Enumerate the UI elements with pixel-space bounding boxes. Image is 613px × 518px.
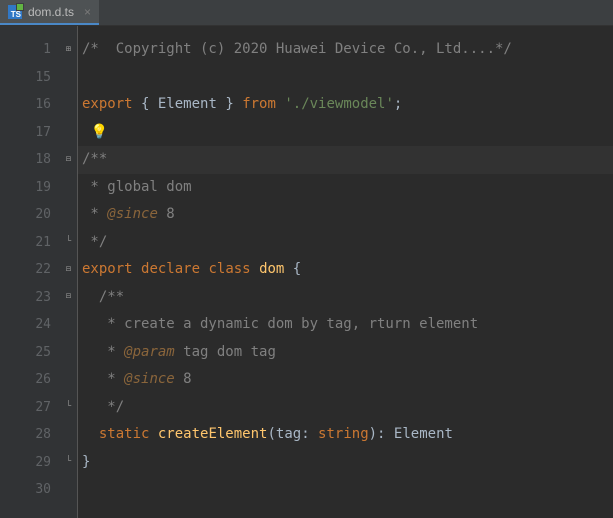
line-number[interactable]: 21└ <box>0 229 77 257</box>
line-number[interactable]: 17 <box>0 119 77 147</box>
code-line[interactable] <box>78 64 613 92</box>
line-number[interactable]: 26 <box>0 366 77 394</box>
line-number[interactable]: 23⊟ <box>0 284 77 312</box>
line-number[interactable]: 29└ <box>0 449 77 477</box>
code-line[interactable]: */ <box>78 229 613 257</box>
fold-toggle-icon[interactable]: └ <box>64 458 73 467</box>
line-number-gutter: 1⊞15161718⊟192021└22⊟23⊟24252627└2829└30 <box>0 26 78 518</box>
line-number[interactable]: 30 <box>0 476 77 504</box>
code-line[interactable]: /** <box>78 284 613 312</box>
line-number[interactable]: 18⊟ <box>0 146 77 174</box>
lightbulb-icon[interactable]: 💡 <box>90 119 107 147</box>
code-line[interactable]: * @since 8 <box>78 201 613 229</box>
current-line-highlight <box>78 146 613 174</box>
line-number[interactable]: 20 <box>0 201 77 229</box>
fold-toggle-icon[interactable]: ⊞ <box>64 45 73 54</box>
line-number[interactable]: 24 <box>0 311 77 339</box>
code-line[interactable]: * global dom <box>78 174 613 202</box>
code-line[interactable]: * create a dynamic dom by tag, rturn ele… <box>78 311 613 339</box>
fold-toggle-icon[interactable]: ⊟ <box>64 265 73 274</box>
code-line[interactable]: * @since 8 <box>78 366 613 394</box>
fold-toggle-icon[interactable]: ⊟ <box>64 155 73 164</box>
code-line[interactable]: */ <box>78 394 613 422</box>
close-icon[interactable]: × <box>84 5 91 19</box>
code-line[interactable]: } <box>78 449 613 477</box>
line-number[interactable]: 19 <box>0 174 77 202</box>
line-number[interactable]: 22⊟ <box>0 256 77 284</box>
line-number[interactable]: 15 <box>0 64 77 92</box>
tab-filename: dom.d.ts <box>28 5 74 19</box>
code-area[interactable]: /* Copyright (c) 2020 Huawei Device Co.,… <box>78 26 613 518</box>
line-number[interactable]: 27└ <box>0 394 77 422</box>
line-number[interactable]: 28 <box>0 421 77 449</box>
code-line[interactable]: * @param tag dom tag <box>78 339 613 367</box>
code-line[interactable]: export { Element } from './viewmodel'; <box>78 91 613 119</box>
code-line[interactable]: static createElement(tag: string): Eleme… <box>78 421 613 449</box>
code-line[interactable] <box>78 476 613 504</box>
line-number[interactable]: 1⊞ <box>0 36 77 64</box>
fold-toggle-icon[interactable]: └ <box>64 403 73 412</box>
code-line[interactable]: 💡 <box>78 119 613 147</box>
tab-bar: TS dom.d.ts × <box>0 0 613 26</box>
line-number[interactable]: 25 <box>0 339 77 367</box>
code-editor[interactable]: 1⊞15161718⊟192021└22⊟23⊟24252627└2829└30… <box>0 26 613 518</box>
typescript-file-icon: TS <box>8 5 22 19</box>
code-line[interactable]: /* Copyright (c) 2020 Huawei Device Co.,… <box>78 36 613 64</box>
tab-dom-d-ts[interactable]: TS dom.d.ts × <box>0 0 99 25</box>
fold-toggle-icon[interactable]: └ <box>64 238 73 247</box>
code-line[interactable]: export declare class dom { <box>78 256 613 284</box>
fold-toggle-icon[interactable]: ⊟ <box>64 293 73 302</box>
line-number[interactable]: 16 <box>0 91 77 119</box>
